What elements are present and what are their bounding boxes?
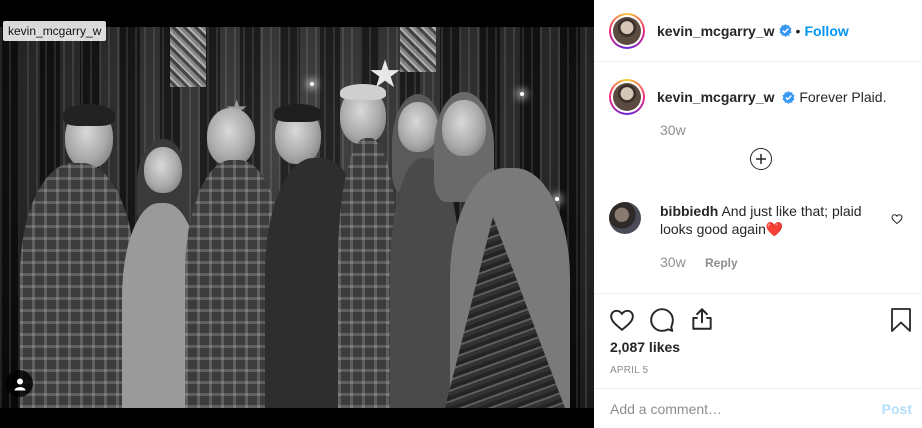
photo-user-tag[interactable]: kevin_mcgarry_w (3, 21, 107, 41)
header-username[interactable]: kevin_mcgarry_w (657, 23, 775, 39)
bookmark-icon[interactable] (890, 307, 912, 338)
post-header: kevin_mcgarry_w • Follow (594, 0, 922, 62)
post-side-panel: kevin_mcgarry_w • Follow kevin_mcgarry_w (594, 0, 922, 428)
plus-circle-icon[interactable] (750, 148, 772, 170)
avatar (613, 83, 641, 111)
post-actions: 2,087 likes APRIL 5 (594, 293, 922, 388)
post-date[interactable]: APRIL 5 (610, 365, 648, 376)
comment-username[interactable]: bibbiedh (660, 203, 718, 219)
photo-tinsel (170, 27, 206, 87)
caption-timestamp[interactable]: 30w (660, 122, 686, 138)
comment-timestamp[interactable]: 30w (660, 254, 686, 270)
avatar (613, 16, 641, 45)
heart-icon[interactable] (609, 307, 635, 338)
post-photo-container: ★ ★ (0, 0, 594, 428)
photo-sparkle (310, 82, 314, 86)
caption-username[interactable]: kevin_mcgarry_w (657, 89, 775, 105)
photo-sparkle (520, 92, 524, 96)
comment-like-heart-icon[interactable] (891, 212, 903, 230)
comment-item: bibbiedh And just like that; plaid looks… (609, 202, 909, 238)
comment-icon[interactable] (649, 307, 675, 338)
caption-avatar[interactable] (609, 79, 645, 115)
comment-avatar[interactable] (609, 202, 641, 234)
header-separator: • (795, 22, 801, 39)
verified-badge-icon (782, 91, 796, 104)
header-avatar[interactable] (609, 12, 645, 49)
caption-text: Forever Plaid. (799, 89, 887, 105)
comment-input[interactable] (610, 400, 882, 417)
follow-button[interactable]: Follow (804, 23, 848, 39)
share-icon[interactable] (689, 306, 715, 337)
add-comment-bar: Post (594, 388, 922, 428)
reply-button[interactable]: Reply (705, 256, 738, 270)
caption: kevin_mcgarry_w Forever Plaid. (609, 79, 886, 115)
comment-text-block: bibbiedh And just like that; plaid looks… (660, 202, 875, 238)
verified-badge-icon (778, 24, 792, 37)
post-comment-button[interactable]: Post (882, 401, 912, 417)
comments-section: kevin_mcgarry_w Forever Plaid. 30w bibbi… (594, 62, 922, 293)
user-tag-icon[interactable] (6, 370, 33, 397)
post-photo[interactable]: ★ ★ (0, 27, 594, 408)
likes-count[interactable]: 2,087 likes (610, 339, 680, 355)
photo-tinsel (400, 27, 436, 72)
caption-text-block: kevin_mcgarry_w Forever Plaid. (657, 79, 886, 115)
